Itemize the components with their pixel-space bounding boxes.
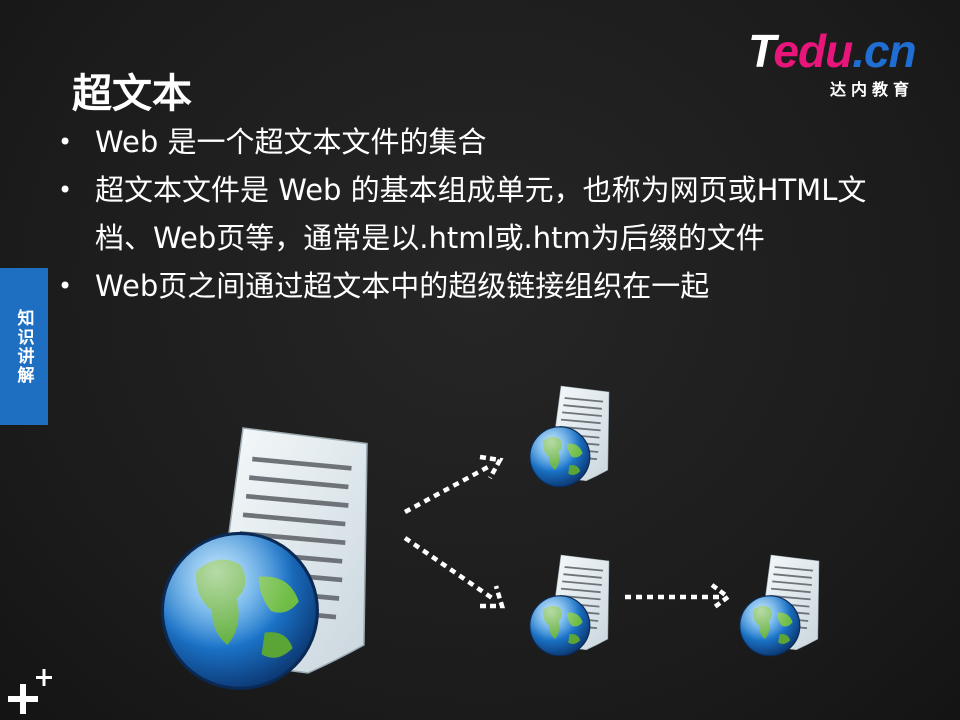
- web-document-icon: [738, 554, 820, 657]
- web-document-icon: [162, 428, 367, 688]
- arrow-icon: [625, 583, 732, 611]
- web-document-icon: [528, 554, 610, 657]
- arrow-icon: [403, 536, 506, 609]
- arrow-icon: [403, 454, 504, 514]
- web-document-icon: [528, 385, 610, 488]
- slide: Tedu.cn 达内教育 超文本 • Web 是一个超文本文件的集合 • 超文本…: [0, 0, 960, 720]
- hyperlink-diagram: [0, 385, 820, 720]
